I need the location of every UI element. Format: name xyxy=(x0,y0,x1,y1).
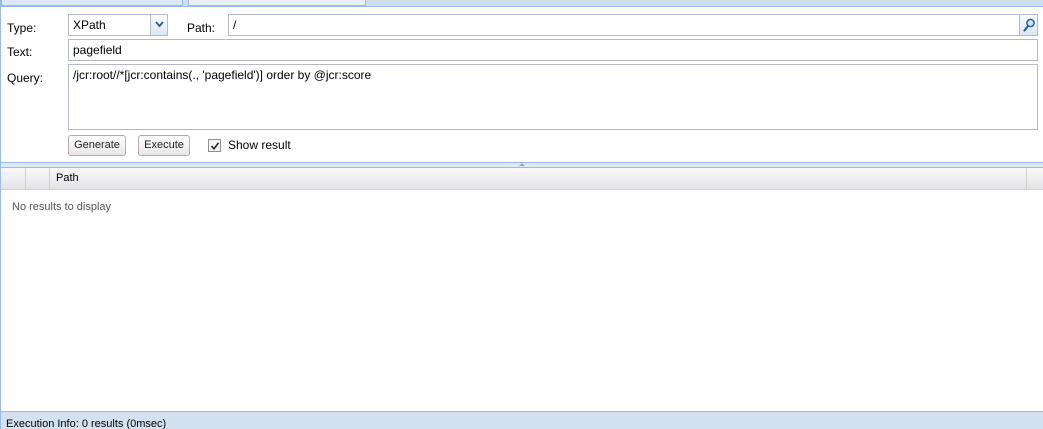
text-field[interactable]: pagefield xyxy=(68,39,1038,61)
type-select[interactable]: XPath xyxy=(68,14,168,36)
grid-header-select[interactable] xyxy=(26,168,50,189)
grid-header: Path xyxy=(1,168,1043,190)
show-result-checkbox[interactable] xyxy=(208,139,221,152)
collapse-arrow-icon[interactable] xyxy=(511,162,533,167)
tab-first[interactable] xyxy=(1,0,183,6)
query-value: /jcr:root//*[jcr:contains(., 'pagefield'… xyxy=(73,68,372,82)
path-label: Path: xyxy=(187,21,216,35)
text-label: Text: xyxy=(7,45,33,59)
checkmark-icon xyxy=(210,142,220,151)
query-form: Type: XPath Path: / Text: pagefield Quer… xyxy=(1,8,1043,162)
search-icon[interactable] xyxy=(1019,15,1037,35)
generate-button[interactable]: Generate xyxy=(68,135,126,156)
path-field[interactable]: / xyxy=(228,14,1038,36)
grid-header-path[interactable]: Path xyxy=(50,168,1027,189)
tab-query[interactable] xyxy=(188,0,366,6)
show-result-label[interactable]: Show result xyxy=(228,138,291,152)
tab-strip xyxy=(1,0,1043,7)
grid-header-blank xyxy=(1,168,26,189)
path-value: / xyxy=(233,18,237,32)
text-value: pagefield xyxy=(73,43,122,57)
execution-info: Execution Info: 0 results (0msec) xyxy=(6,418,167,429)
query-textarea[interactable]: /jcr:root//*[jcr:contains(., 'pagefield'… xyxy=(68,64,1038,130)
query-label: Query: xyxy=(7,71,44,85)
execute-button[interactable]: Execute xyxy=(138,135,190,156)
type-select-value: XPath xyxy=(73,18,106,32)
empty-results-text: No results to display xyxy=(12,201,112,213)
type-label: Type: xyxy=(7,21,37,35)
results-grid: Path No results to display xyxy=(1,168,1043,411)
chevron-down-icon[interactable] xyxy=(150,15,167,35)
query-tool-panel: Type: XPath Path: / Text: pagefield Quer… xyxy=(0,0,1043,429)
status-bar: Execution Info: 0 results (0msec) xyxy=(1,411,1043,429)
